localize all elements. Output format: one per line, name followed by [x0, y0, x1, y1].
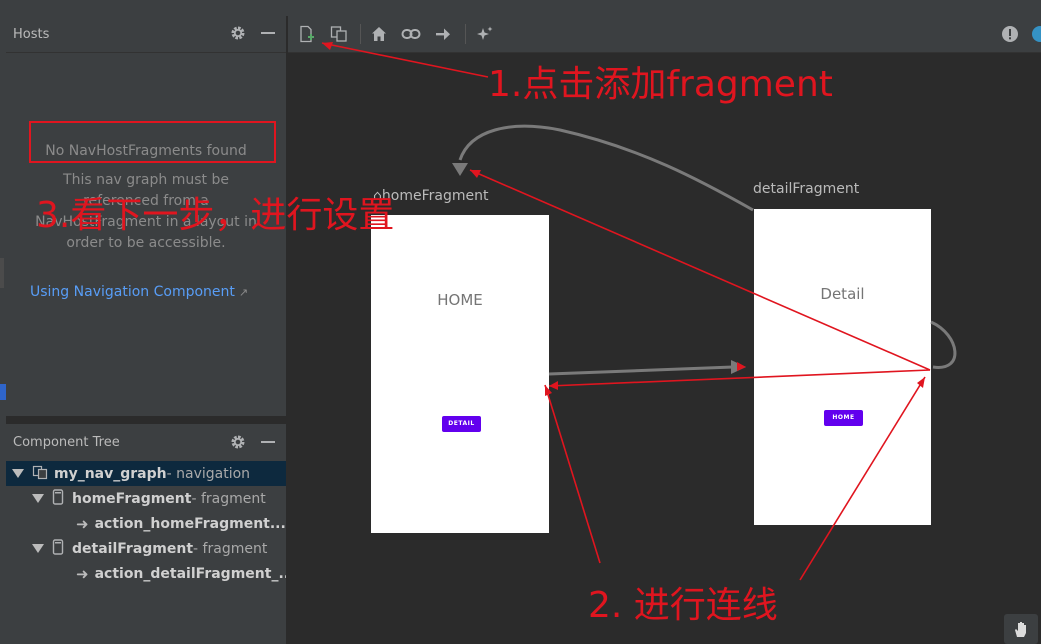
link-icon[interactable]	[401, 24, 421, 44]
expand-triangle-icon[interactable]	[32, 544, 44, 553]
info-icon[interactable]	[1030, 24, 1041, 44]
gear-icon[interactable]	[230, 25, 246, 41]
detail-screen-text: Detail	[820, 285, 865, 303]
gear-icon[interactable]	[230, 434, 246, 450]
detail-fragment-preview[interactable]: Detail HOME	[754, 209, 931, 525]
tree-item-kind: - fragment	[191, 490, 266, 507]
external-link-icon: ↗	[238, 286, 249, 299]
detail-button: DETAIL	[442, 416, 481, 432]
annotation-step-2: 2. 进行连线	[588, 585, 778, 626]
annotation-highlight-box	[29, 121, 276, 163]
fragment-icon	[52, 538, 64, 559]
tree-header: Component Tree	[6, 424, 286, 460]
fragment-icon	[52, 488, 64, 509]
hosts-header: Hosts	[6, 16, 286, 52]
home-fragment-preview[interactable]: HOME DETAIL	[371, 215, 549, 533]
annotation-step-1: 1.点击添加fragment	[488, 64, 833, 105]
tree-row-detail-action[interactable]: ➜ action_detailFragment_...	[6, 561, 286, 586]
expand-triangle-icon[interactable]	[32, 494, 44, 503]
nested-graph-icon[interactable]	[329, 24, 349, 44]
navigation-component-link[interactable]: Using Navigation Component ↗	[30, 284, 248, 300]
window-top-bar	[0, 0, 1041, 16]
strip-marker	[0, 258, 4, 288]
tree-item-name: detailFragment	[72, 540, 194, 557]
home-screen-text: HOME	[437, 291, 483, 309]
minimize-icon[interactable]	[260, 434, 276, 450]
warning-icon[interactable]	[1000, 24, 1020, 44]
tree-title: Component Tree	[13, 434, 120, 450]
action-arrow-icon[interactable]	[433, 24, 453, 44]
tree-item-name: action_detailFragment_...	[94, 565, 286, 582]
hosts-title: Hosts	[13, 26, 50, 42]
component-tree-panel: Component Tree my_nav_graph - navigation…	[6, 416, 286, 644]
toolbar-separator	[465, 24, 466, 44]
editor-toolbar	[288, 16, 1041, 53]
toolbar-separator	[360, 24, 361, 44]
tree-item-name: my_nav_graph	[54, 465, 167, 482]
tree-item-name: action_homeFragment...	[94, 515, 286, 532]
hosts-separator	[6, 52, 286, 53]
tree-row-detail-fragment[interactable]: detailFragment - fragment	[6, 536, 286, 561]
tree-row-nav-graph[interactable]: my_nav_graph - navigation	[6, 461, 286, 486]
tree-item-name: homeFragment	[72, 490, 192, 507]
tree-row-home-action[interactable]: ➜ action_homeFragment...	[6, 511, 286, 536]
nested-graph-icon	[32, 464, 48, 484]
expand-triangle-icon[interactable]	[12, 469, 24, 478]
annotation-step-3: 3.看下一步，进行设置	[36, 195, 395, 236]
home-icon[interactable]	[369, 24, 389, 44]
detail-fragment-label[interactable]: detailFragment	[753, 181, 859, 197]
new-destination-icon[interactable]	[297, 24, 317, 44]
tree-item-kind: - fragment	[193, 540, 268, 557]
home-button: HOME	[824, 410, 863, 426]
auto-arrange-icon[interactable]	[475, 24, 495, 44]
pan-hand-icon[interactable]	[1004, 614, 1038, 644]
action-arrow-icon: ➜	[76, 514, 89, 533]
link-label: Using Navigation Component	[30, 284, 235, 300]
tree-row-home-fragment[interactable]: homeFragment - fragment	[6, 486, 286, 511]
panel-divider[interactable]	[6, 416, 286, 424]
home-fragment-name: homeFragment	[381, 188, 489, 204]
tree-item-kind: - navigation	[166, 465, 251, 482]
action-arrow-icon: ➜	[76, 564, 89, 583]
minimize-icon[interactable]	[260, 25, 276, 41]
